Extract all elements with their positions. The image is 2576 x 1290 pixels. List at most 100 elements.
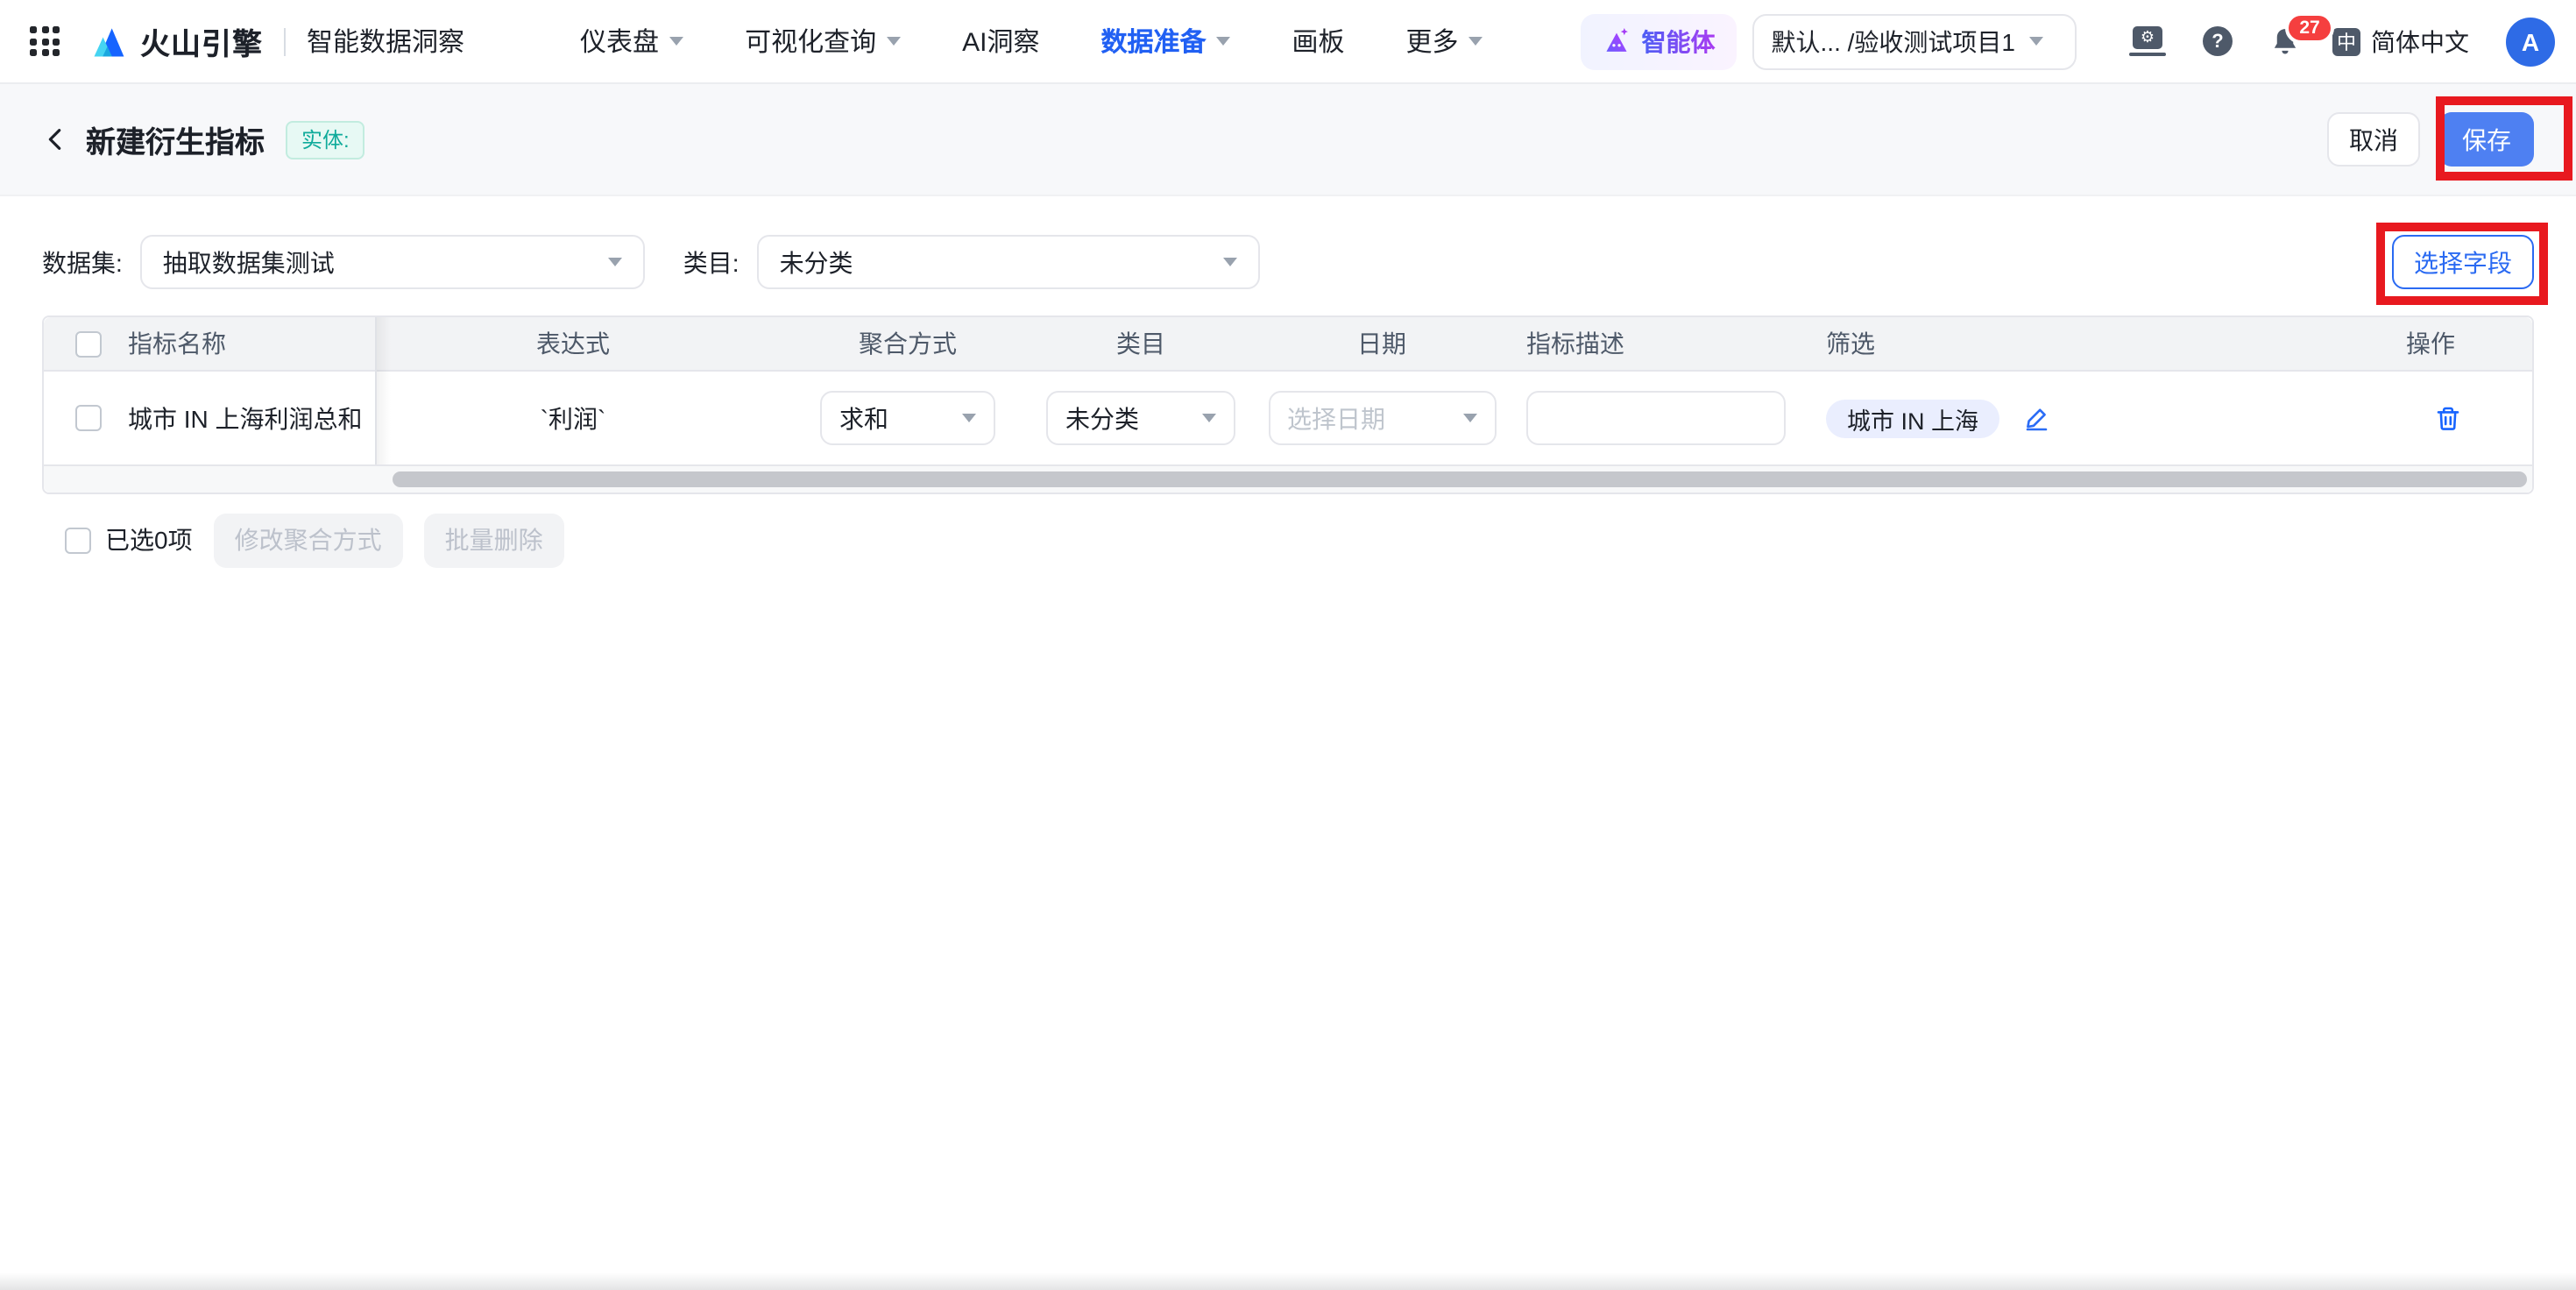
select-fields-button[interactable]: 选择字段 [2392,235,2534,289]
metric-expression: `利润` [540,404,606,432]
brand-divider [284,27,286,55]
nav-right-cluster: 智能体 默认... /验收测试项目1 ⚙ ? 27 中 简体中文 A [1580,11,2555,69]
modify-aggregation-button[interactable]: 修改聚合方式 [213,513,403,567]
chevron-down-icon [1462,414,1476,422]
help-icon: ? [2203,26,2233,56]
dataset-select-value: 抽取数据集测试 [162,248,335,276]
category-label: 类目: [683,248,740,276]
header-cell-expression: 表达式 [536,330,610,358]
selected-count-label: 已选0项 [105,526,193,554]
row-category-select[interactable]: 未分类 [1046,391,1235,445]
brand-name: 火山引擎 [140,28,263,61]
nav-item-label: AI洞察 [962,28,1040,58]
row-cell-filter: 城市 IN 上海 [1798,399,2201,437]
nav-item-dashboard[interactable]: 仪表盘 [580,23,684,60]
chevron-down-icon [962,414,976,422]
chevron-left-icon [48,129,61,150]
dataset-select[interactable]: 抽取数据集测试 [139,235,645,289]
project-selector-value: 默认... /验收测试项目1 [1771,27,2015,55]
page-title: 新建衍生指标 [86,126,265,159]
console-icon: ⚙ [2129,26,2166,56]
console-button[interactable]: ⚙ [2129,26,2166,56]
app-window: 火山引擎 智能数据洞察 仪表盘 可视化查询 AI洞察 数据准备 画板 更多 智能… [0,0,2576,1290]
row-cell-category: 未分类 [1044,391,1237,445]
nav-item-label: 仪表盘 [580,28,660,58]
row-cell-checkbox [44,405,107,431]
filters-row: 数据集: 抽取数据集测试 类目: 未分类 选择字段 [42,235,2534,289]
nav-item-data-preparation[interactable]: 数据准备 [1100,23,1231,60]
header-cell-name: 指标名称 [128,330,226,358]
horizontal-scrollbar [44,466,2532,493]
agent-icon [1605,28,1628,52]
volcengine-logo-icon [94,27,124,56]
trash-icon [2437,406,2459,429]
chevron-down-icon [1216,37,1231,46]
cancel-button[interactable]: 取消 [2327,112,2420,167]
project-selector[interactable]: 默认... /验收测试项目1 [1752,13,2077,69]
product-name: 智能数据洞察 [307,28,465,58]
row-checkbox[interactable] [75,405,102,431]
notifications-button[interactable]: 27 [2269,11,2334,57]
nav-item-label: 可视化查询 [745,28,877,58]
page-header: 新建衍生指标 实体: 取消 保存 [0,84,2576,196]
app-grid-icon[interactable] [30,26,60,56]
help-button[interactable]: ? [2203,26,2233,56]
dataset-label: 数据集: [42,248,123,276]
delete-row-button[interactable] [2434,404,2462,432]
nav-item-label: 数据准备 [1100,28,1207,58]
notification-count-badge: 27 [2285,11,2334,43]
agent-button[interactable]: 智能体 [1580,13,1737,69]
batch-select-checkbox[interactable] [65,527,91,553]
chevron-down-icon [2029,37,2043,46]
top-nav: 火山引擎 智能数据洞察 仪表盘 可视化查询 AI洞察 数据准备 画板 更多 智能… [0,0,2576,84]
chevron-down-icon [1468,37,1483,46]
row-cell-operations [2201,404,2532,432]
header-cell-date: 日期 [1357,330,1406,358]
header-cell-aggregation: 聚合方式 [859,330,957,358]
category-select[interactable]: 未分类 [756,235,1260,289]
language-label: 简体中文 [2371,27,2469,55]
table-row: 城市 IN 上海利润总和 `利润` 求和 未分类 选择日期 城市 IN 上海 [44,372,2532,466]
nav-item-canvas[interactable]: 画板 [1292,23,1345,60]
chevron-down-icon [887,37,902,46]
primary-nav: 仪表盘 可视化查询 AI洞察 数据准备 画板 更多 [580,23,1545,60]
avatar[interactable]: A [2506,17,2555,66]
language-icon: 中 [2332,27,2360,55]
edit-filter-button[interactable] [2024,406,2049,430]
date-picker[interactable]: 选择日期 [1268,391,1496,445]
aggregation-select-value: 求和 [839,404,888,432]
nav-item-ai-insight[interactable]: AI洞察 [962,23,1039,60]
nav-item-more[interactable]: 更多 [1406,23,1483,60]
date-picker-placeholder: 选择日期 [1287,404,1385,432]
row-cell-aggregation: 求和 [771,391,1044,445]
agent-label: 智能体 [1642,24,1716,59]
row-category-select-value: 未分类 [1065,404,1139,432]
back-button[interactable] [42,126,68,152]
header-cell-operations: 操作 [2406,330,2455,358]
select-all-checkbox[interactable] [75,330,102,357]
window-bottom-edge [0,1272,2576,1290]
metric-description-input[interactable] [1526,391,1786,445]
batch-delete-button[interactable]: 批量删除 [423,513,564,567]
category-select-value: 未分类 [779,248,853,276]
nav-item-visual-query[interactable]: 可视化查询 [745,23,902,60]
header-actions: 取消 保存 [2327,112,2534,167]
entity-badge: 实体: [286,120,365,159]
pencil-icon [2026,408,2048,430]
language-switcher[interactable]: 中 简体中文 [2332,24,2469,59]
header-cell-category: 类目 [1116,330,1165,358]
row-cell-date: 选择日期 [1237,391,1526,445]
metrics-table: 指标名称 表达式 聚合方式 类目 日期 指标描述 筛选 操作 城市 IN 上海利… [42,315,2534,494]
chevron-down-icon [669,37,684,46]
metric-name: 城市 IN 上海利润总和 [128,404,363,432]
save-button[interactable]: 保存 [2439,112,2534,167]
row-cell-description [1526,391,1798,445]
nav-item-label: 画板 [1292,28,1345,58]
aggregation-select[interactable]: 求和 [820,391,995,445]
batch-actions-bar: 已选0项 修改聚合方式 批量删除 [42,513,2534,567]
scrollbar-thumb[interactable] [393,471,2527,487]
content-area: 数据集: 抽取数据集测试 类目: 未分类 选择字段 指标名称 表达式 聚合方式 … [0,235,2576,567]
chevron-down-icon [607,258,622,266]
header-cell-filter: 筛选 [1826,330,1875,358]
nav-item-label: 更多 [1405,28,1459,58]
